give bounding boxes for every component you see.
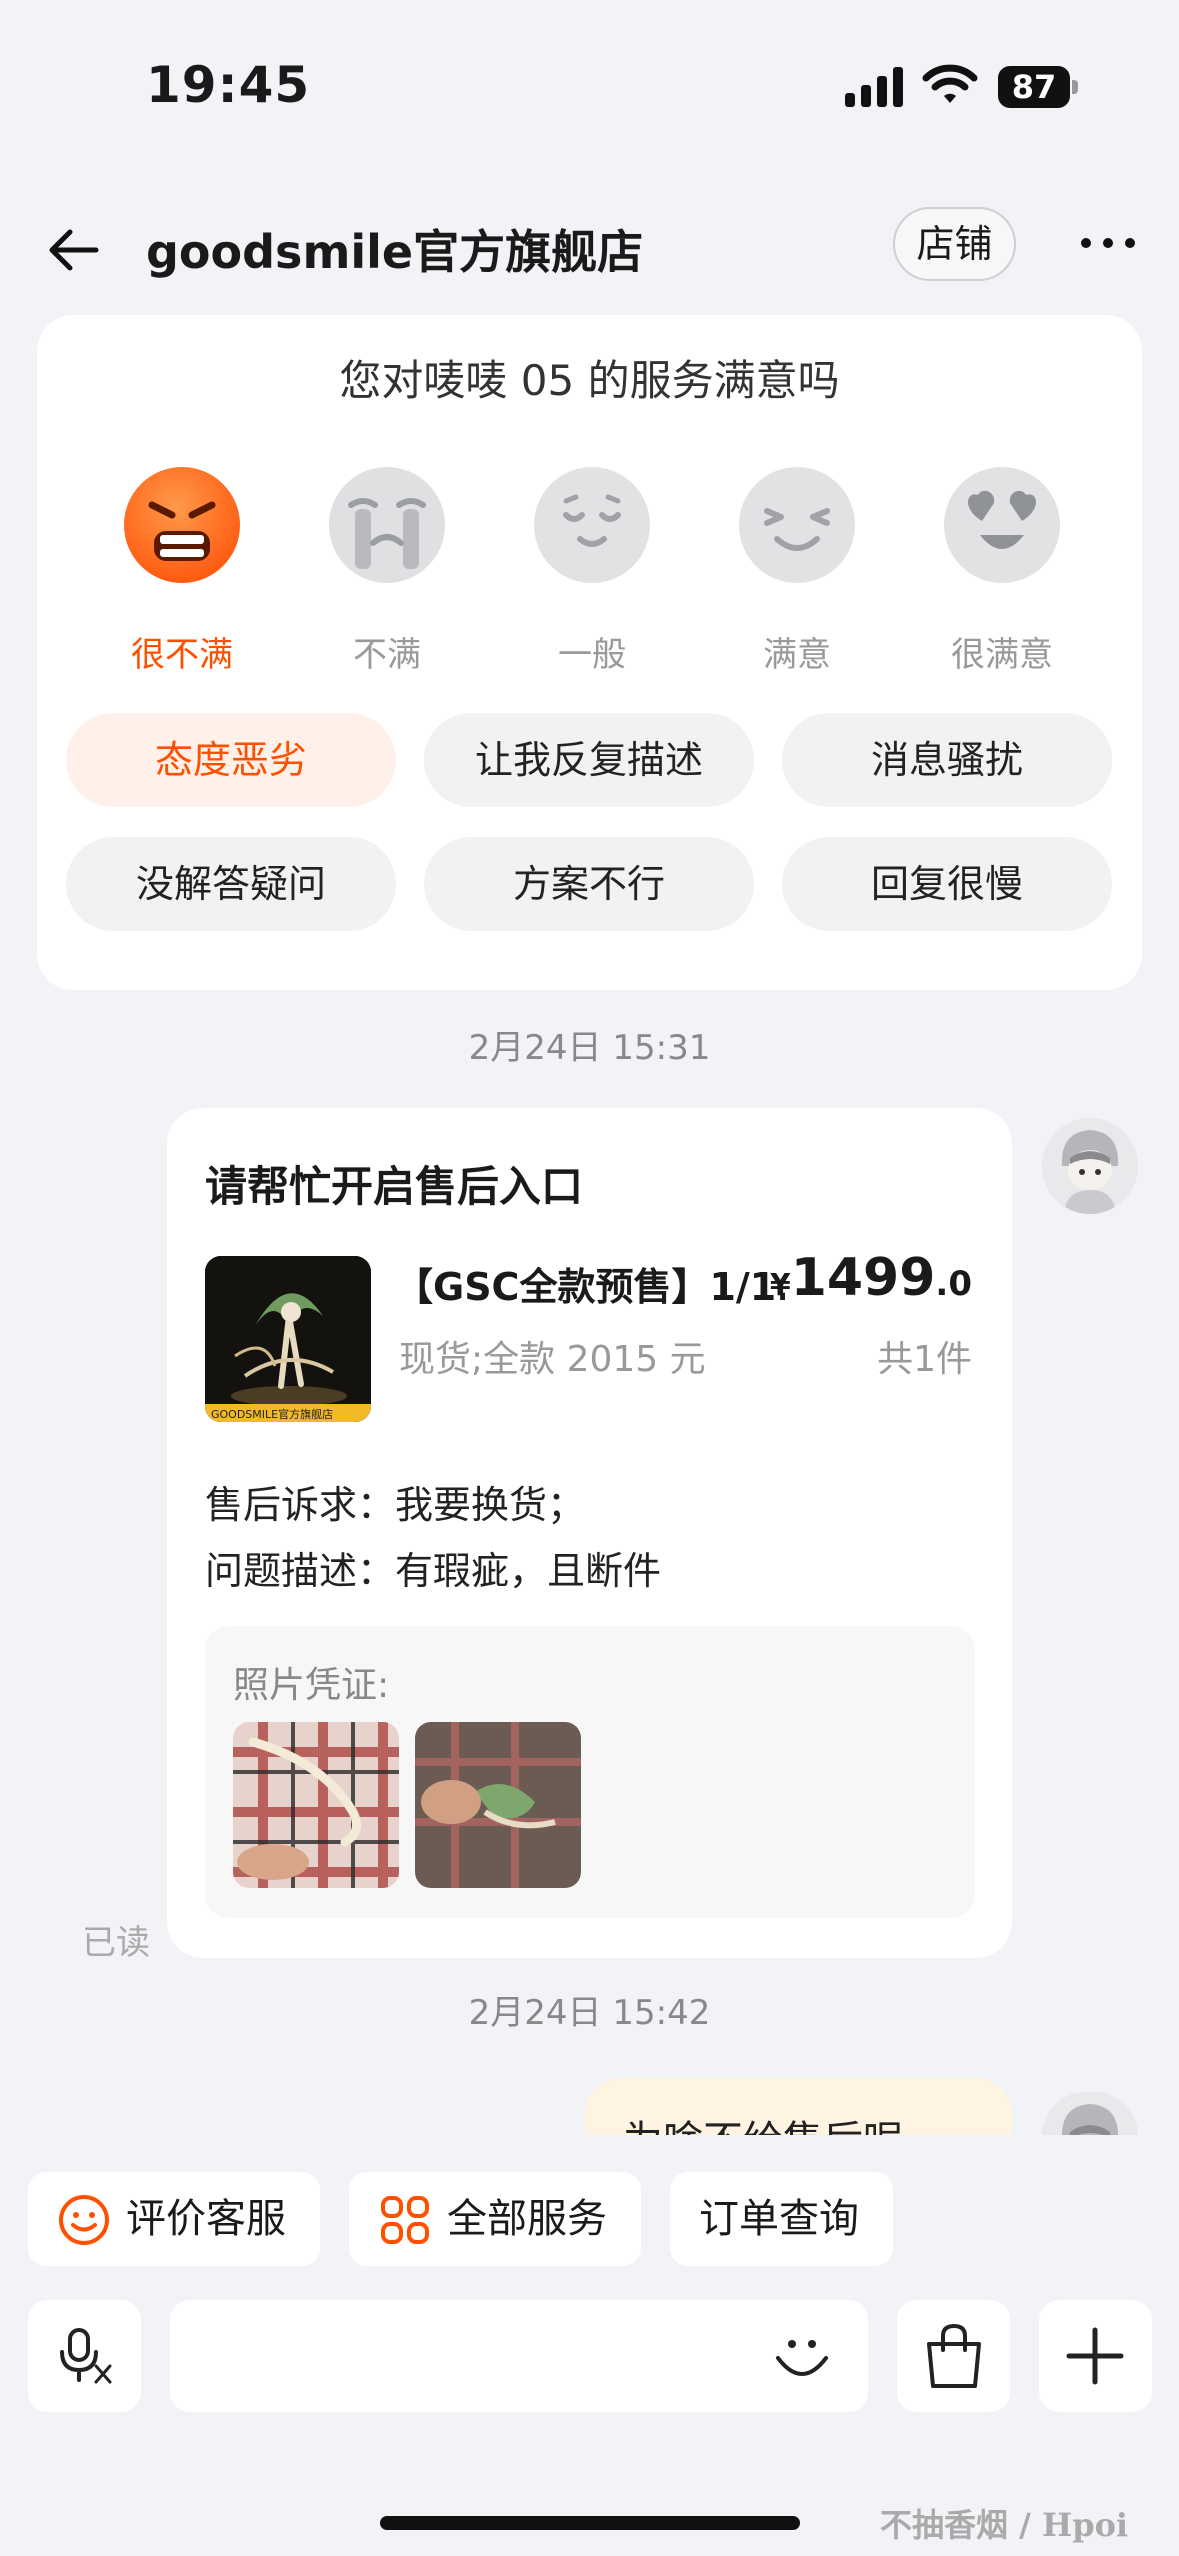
very-satisfied-face-icon [944,467,1060,583]
very-unsatisfied-face-icon [124,467,240,583]
rating-option-satisfied[interactable]: 满意 [697,465,897,675]
message-text: 为啥不给售后呢 [623,2108,903,2138]
status-bar: 19:45 87 [0,0,1179,175]
order-query-button[interactable]: 订单查询 [670,2172,893,2266]
description-line: 问题描述：有瑕疵，且断件 [205,1540,661,1595]
quick-action-label: 订单查询 [699,2196,859,2242]
smile-icon [59,2195,109,2245]
user-avatar-image [1042,1118,1138,1214]
shop-title: goodsmile官方旗舰店 [146,225,644,279]
quick-action-label: 全部服务 [447,2196,607,2242]
product-name: 【GSC全款预售】1/1... [395,1265,785,1309]
message-input[interactable] [170,2300,868,2412]
rating-tag[interactable]: 消息骚扰 [782,713,1112,807]
emoji-icon[interactable] [770,2324,834,2388]
product-spec: 现货;全款 2015 元 [399,1339,706,1380]
wifi-icon [922,64,978,103]
rating-tag[interactable]: 让我反复描述 [424,713,754,807]
rating-label: 一般 [558,635,626,675]
proof-photo[interactable] [233,1722,399,1888]
claim-label: 售后诉求： [205,1483,396,1527]
rating-tag[interactable]: 回复很慢 [782,837,1112,931]
voice-translate-icon [60,2328,112,2384]
photo-proof-section: 照片凭证: [205,1626,975,1918]
rating-tag[interactable]: 没解答疑问 [66,837,396,931]
claim-line: 售后诉求：我要换货； [205,1474,585,1529]
status-time: 19:45 [146,56,311,114]
rating-option-very-satisfied[interactable]: 很满意 [902,465,1102,675]
quick-action-label: 评价客服 [126,2196,286,2242]
service-rating-card: 您对唛唛 05 的服务满意吗 很不满 不满 一般 满意 很满意 态度恶劣 让我反… [37,315,1142,990]
chat-nav-bar: goodsmile官方旗舰店 店铺 [0,190,1179,310]
battery-tip [1072,80,1078,94]
price-currency: ¥ [769,1268,791,1303]
after-sales-request-card[interactable]: 请帮忙开启售后入口 GOODSMILE官方旗舰店 【GSC全款预售】1/1...… [167,1108,1012,1958]
request-title: 请帮忙开启售后入口 [205,1162,584,1211]
battery-level: 87 [998,66,1070,108]
rating-faces: 很不满 不满 一般 满意 很满意 [82,465,1102,675]
product-quantity: 共1件 [877,1339,972,1380]
rating-option-very-unsatisfied[interactable]: 很不满 [82,465,282,675]
back-arrow-icon[interactable] [44,220,104,280]
rating-label: 很不满 [131,635,233,675]
battery-indicator: 87 [998,66,1078,108]
message-bubble[interactable]: 为啥不给售后呢 [585,2078,1012,2138]
cellular-signal-icon [845,67,903,107]
neutral-face-icon [534,467,650,583]
rating-option-neutral[interactable]: 一般 [492,465,692,675]
unsatisfied-face-icon [329,467,445,583]
proof-photo[interactable] [415,1722,581,1888]
rating-label: 很满意 [951,635,1053,675]
satisfied-face-icon [739,467,855,583]
shopping-bag-button[interactable] [897,2300,1010,2412]
store-button[interactable]: 店铺 [893,207,1016,281]
price-integer: 1499 [790,1248,936,1308]
proof-photo-image [233,1722,399,1888]
rating-question: 您对唛唛 05 的服务满意吗 [339,356,840,405]
product-price: ¥1499.0 [770,1248,972,1308]
rating-label: 满意 [763,635,831,675]
more-icon[interactable] [1078,228,1138,258]
description-label: 问题描述： [205,1549,396,1593]
shopping-bag-icon [927,2323,981,2388]
product-thumbnail[interactable]: GOODSMILE官方旗舰店 [205,1256,371,1422]
rating-tag[interactable]: 方案不行 [424,837,754,931]
figure-image: GOODSMILE官方旗舰店 [205,1256,371,1422]
voice-button[interactable] [28,2300,141,2412]
bottom-panel: 评价客服 全部服务 订单查询 [0,2135,1179,2556]
rating-tag-selected[interactable]: 态度恶劣 [66,713,396,807]
plus-icon [1066,2327,1124,2385]
rating-tags: 态度恶劣 让我反复描述 消息骚扰 没解答疑问 方案不行 回复很慢 [66,713,1116,931]
watermark-text: 不抽香烟 / Hpoi [880,2506,1129,2544]
message-timestamp: 2月24日 15:31 [468,1028,711,1068]
rating-label: 不满 [353,635,421,675]
photo-proof-label: 照片凭证: [233,1665,390,1706]
product-image-caption: GOODSMILE官方旗舰店 [211,1407,333,1421]
rating-option-unsatisfied[interactable]: 不满 [287,465,487,675]
proof-photo-image [415,1722,581,1888]
grid-icon [381,2196,429,2244]
message-timestamp: 2月24日 15:42 [468,1993,711,2033]
read-receipt: 已读 [82,1923,150,1963]
all-services-button[interactable]: 全部服务 [349,2172,641,2266]
user-avatar-image [1042,2092,1138,2136]
user-avatar[interactable] [1042,2092,1138,2136]
rate-service-button[interactable]: 评价客服 [28,2172,320,2266]
user-avatar[interactable] [1042,1118,1138,1214]
description-value: 有瑕疵，且断件 [395,1549,662,1593]
claim-value: 我要换货； [395,1483,586,1527]
home-indicator[interactable] [380,2516,800,2530]
plus-button[interactable] [1039,2300,1152,2412]
price-decimal: .0 [935,1264,972,1304]
